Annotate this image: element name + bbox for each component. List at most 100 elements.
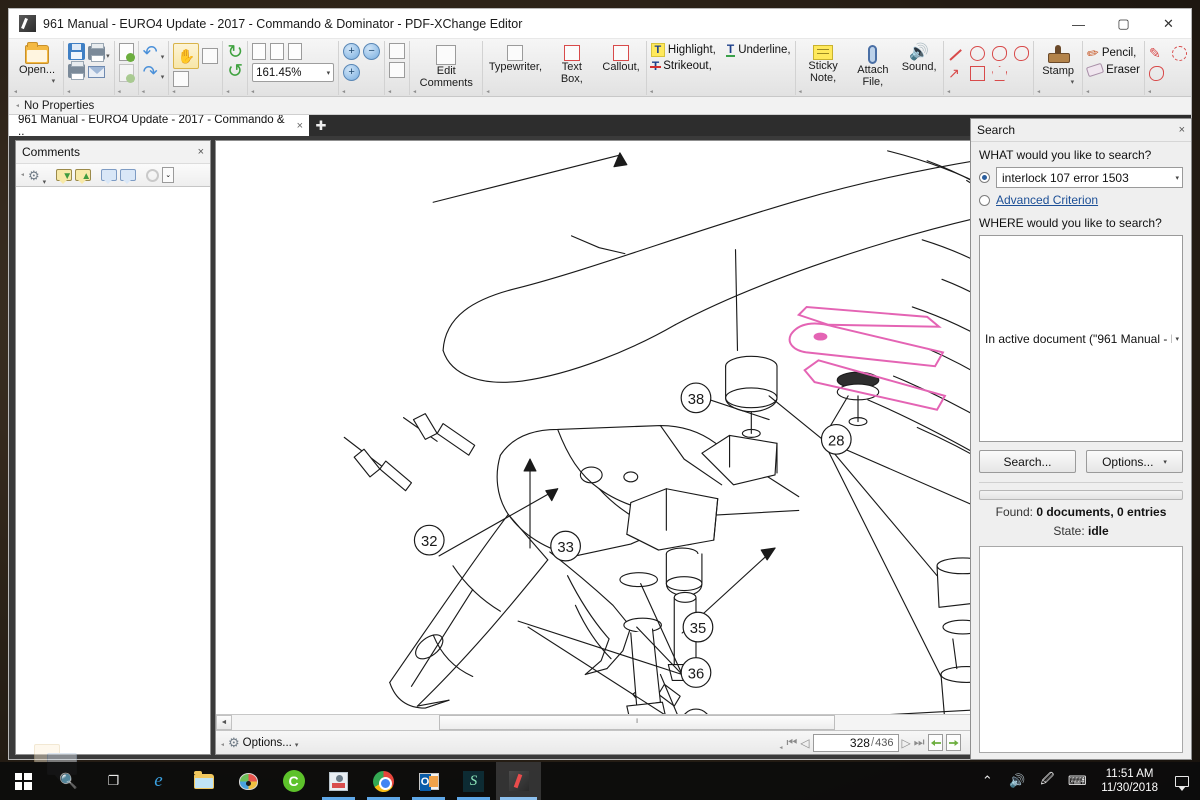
hand-tool-button[interactable]: ✋ — [173, 43, 199, 69]
comment-options-gear-icon[interactable]: ⚙ — [28, 169, 40, 182]
stamp-caret-icon[interactable]: ▾ — [1071, 78, 1075, 86]
comments-list[interactable] — [16, 187, 210, 754]
task-view-icon[interactable]: ❐ — [91, 762, 136, 800]
search-scope-caret-icon[interactable]: ▾ — [1175, 335, 1179, 343]
fit-page-icon[interactable] — [270, 43, 284, 60]
advanced-criterion-radio[interactable] — [979, 195, 990, 206]
print-icon[interactable] — [68, 64, 85, 78]
cloud-tool-icon[interactable] — [1014, 46, 1029, 61]
status-gear-icon[interactable]: ⚙ — [228, 736, 240, 749]
highlight-button[interactable]: T Highlight, — [651, 43, 716, 57]
redo-caret-icon[interactable]: ▾ — [161, 73, 165, 81]
reply-comment-icon[interactable] — [101, 169, 117, 181]
status-options-caret-icon[interactable]: ▾ — [295, 741, 299, 749]
print-caret-icon[interactable]: ▾ — [106, 52, 110, 60]
edit-comments-button[interactable]: Edit Comments — [414, 43, 478, 91]
edit-content-icon[interactable] — [389, 43, 405, 59]
delete-comment-icon[interactable] — [146, 169, 159, 182]
typewriter-button[interactable]: Typewriter, — [487, 43, 543, 87]
search-options-button[interactable]: Options... ▾ — [1086, 450, 1183, 473]
zoom-in-icon[interactable]: + — [343, 64, 360, 81]
new-tab-button[interactable]: ✚ — [309, 115, 333, 136]
undo-caret-icon[interactable]: ▾ — [161, 53, 165, 61]
undo-icon[interactable]: ↶ — [143, 43, 158, 61]
eraser-button[interactable]: Eraser — [1087, 64, 1140, 76]
search-options-caret-icon[interactable]: ▾ — [1163, 458, 1167, 466]
zoom-area-icon[interactable]: + — [343, 43, 360, 60]
print-preview-icon[interactable] — [88, 46, 105, 60]
textbox-button[interactable]: Text Box, — [547, 43, 596, 87]
polyline-tool-icon[interactable] — [992, 46, 1007, 61]
next-view-icon[interactable] — [946, 734, 961, 751]
google-chrome-icon[interactable] — [361, 762, 406, 800]
pen-input-icon[interactable]: 🖉 — [1033, 762, 1061, 800]
polygon-tool-icon[interactable] — [992, 66, 1007, 81]
touch-keyboard-icon[interactable]: ⌨ — [1063, 762, 1091, 800]
search-results-list[interactable] — [979, 546, 1183, 753]
file-explorer-icon[interactable] — [181, 762, 226, 800]
email-icon[interactable] — [88, 66, 105, 78]
search-query-caret-icon[interactable]: ▾ — [1175, 174, 1179, 182]
ellipse-tool-icon[interactable] — [970, 46, 985, 61]
strikeout-button[interactable]: T Strikeout, — [651, 60, 791, 72]
page-number-input[interactable]: 328 / 436 — [813, 734, 899, 752]
maximize-button[interactable]: ▢ — [1101, 9, 1146, 39]
show-hidden-icons-chevron-icon[interactable]: ⌃ — [973, 762, 1001, 800]
close-button[interactable]: ✕ — [1146, 9, 1191, 39]
open-caret-icon[interactable]: ▾ — [52, 77, 56, 85]
search-button[interactable]: Search... — [979, 450, 1076, 473]
zoom-level-combo[interactable]: 161.45% ▾ — [252, 63, 334, 82]
internet-explorer-icon[interactable]: e — [136, 762, 181, 800]
next-page-icon[interactable]: ▷ — [902, 736, 911, 750]
minimize-button[interactable]: — — [1056, 9, 1101, 39]
duplicate-comment-icon[interactable] — [120, 169, 136, 181]
cloud-icon[interactable] — [1149, 66, 1164, 81]
document-tab[interactable]: 961 Manual - EURO4 Update - 2017 - Comma… — [9, 115, 309, 136]
previous-view-icon[interactable] — [928, 734, 943, 751]
comment-options-caret-icon[interactable]: ▾ — [43, 178, 47, 186]
pdf-xchange-editor-icon[interactable] — [496, 762, 541, 800]
attach-file-button[interactable]: Attach File, — [851, 43, 896, 90]
line-tool-icon[interactable] — [948, 46, 963, 61]
import-comments-icon[interactable]: ▼ — [56, 169, 72, 181]
advanced-criterion-link[interactable]: Advanced Criterion — [996, 193, 1098, 207]
export-comments-icon[interactable]: ▲ — [75, 169, 91, 181]
fit-width-icon[interactable] — [252, 43, 266, 60]
more-commands-icon[interactable]: ⌄ — [162, 167, 174, 183]
arrow-tool-icon[interactable]: ↗ — [948, 66, 963, 81]
snapshot-icon[interactable] — [173, 71, 189, 87]
action-center-icon[interactable] — [1168, 762, 1196, 800]
last-page-icon[interactable]: ⏭ — [914, 735, 925, 750]
previous-page-icon[interactable]: ◁ — [800, 736, 809, 750]
export-document-icon[interactable] — [119, 64, 134, 82]
start-button[interactable] — [0, 762, 46, 800]
comments-panel-close-icon[interactable]: × — [198, 146, 204, 158]
rotate-clockwise-icon[interactable]: ↻ — [227, 43, 243, 62]
save-icon[interactable] — [68, 43, 85, 60]
rotate-counterclockwise-icon[interactable]: ↺ — [227, 62, 243, 81]
fit-visible-icon[interactable] — [288, 43, 302, 60]
advanced-criterion-row[interactable]: Advanced Criterion — [979, 193, 1183, 207]
app-c-icon[interactable]: C — [271, 762, 316, 800]
zoom-out-icon[interactable]: − — [363, 43, 380, 60]
search-query-input[interactable]: interlock 107 error 1503 ▾ — [996, 167, 1183, 188]
callout-button[interactable]: Callout, — [600, 43, 642, 87]
sticky-note-button[interactable]: Sticky Note, — [800, 43, 847, 90]
pen-icon[interactable]: ✎ — [1149, 46, 1164, 61]
simple-search-radio[interactable] — [979, 172, 990, 183]
sound-button[interactable]: 🔊 Sound, — [899, 43, 939, 90]
underline-button[interactable]: T Underline, — [726, 43, 791, 57]
volume-icon[interactable]: 🔊 — [1003, 762, 1031, 800]
paint-icon[interactable] — [226, 762, 271, 800]
redo-icon[interactable]: ↷ — [143, 63, 158, 81]
status-options-label[interactable]: Options... — [243, 737, 292, 749]
strike-icon[interactable] — [1172, 46, 1187, 61]
outlook-icon[interactable] — [406, 762, 451, 800]
add-text-icon[interactable] — [389, 62, 405, 78]
zoom-caret-icon[interactable]: ▾ — [327, 69, 331, 77]
scroll-left-button[interactable]: ◄ — [216, 715, 232, 730]
open-button[interactable]: Open... ▾ — [15, 43, 59, 87]
first-page-icon[interactable]: ⏮ — [786, 735, 797, 750]
pencil-button[interactable]: ✏ Pencil, — [1087, 46, 1140, 60]
taskbar-clock[interactable]: 11:51 AM 11/30/2018 — [1093, 767, 1166, 796]
